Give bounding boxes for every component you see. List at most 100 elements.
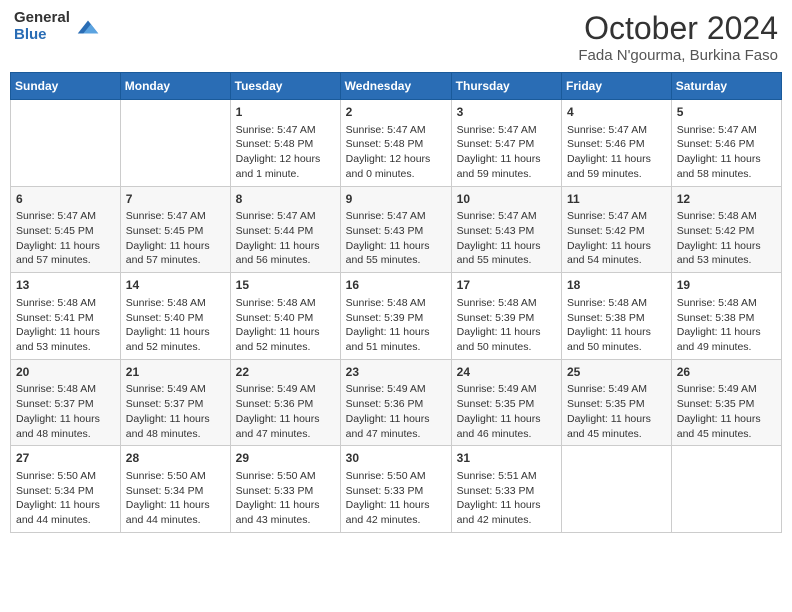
calendar-cell: 13Sunrise: 5:48 AMSunset: 5:41 PMDayligh… xyxy=(11,273,121,360)
day-header-wednesday: Wednesday xyxy=(340,73,451,100)
calendar-cell xyxy=(11,100,121,187)
calendar-cell: 10Sunrise: 5:47 AMSunset: 5:43 PMDayligh… xyxy=(451,186,561,273)
cell-info: Sunrise: 5:50 AMSunset: 5:33 PMDaylight:… xyxy=(346,469,446,528)
cell-date: 11 xyxy=(567,191,666,208)
title-block: October 2024 Fada N'gourma, Burkina Faso xyxy=(578,10,778,64)
cell-date: 1 xyxy=(236,104,335,121)
calendar-cell: 12Sunrise: 5:48 AMSunset: 5:42 PMDayligh… xyxy=(671,186,781,273)
cell-date: 10 xyxy=(457,191,556,208)
cell-info: Sunrise: 5:49 AMSunset: 5:35 PMDaylight:… xyxy=(567,382,666,441)
cell-info: Sunrise: 5:47 AMSunset: 5:45 PMDaylight:… xyxy=(16,209,115,268)
calendar-cell: 19 Sunrise: 5:48 AMSunset: 5:38 PMDayligh… xyxy=(671,273,781,360)
calendar-week-row: 6Sunrise: 5:47 AMSunset: 5:45 PMDaylight… xyxy=(11,186,782,273)
cell-date: 27 xyxy=(16,450,115,467)
cell-info: Sunrise: 5:48 AMSunset: 5:38 PMDaylight:… xyxy=(677,296,776,355)
cell-info: Sunrise: 5:47 AMSunset: 5:42 PMDaylight:… xyxy=(567,209,666,268)
calendar-cell: 4 Sunrise: 5:47 AMSunset: 5:46 PMDaylight… xyxy=(562,100,672,187)
calendar-cell: 15 Sunrise: 5:48 AMSunset: 5:40 PMDayligh… xyxy=(230,273,340,360)
calendar-week-row: 13Sunrise: 5:48 AMSunset: 5:41 PMDayligh… xyxy=(11,273,782,360)
cell-info: Sunrise: 5:47 AMSunset: 5:45 PMDaylight:… xyxy=(126,209,225,268)
cell-info: Sunrise: 5:47 AMSunset: 5:43 PMDaylight:… xyxy=(457,209,556,268)
calendar-cell: 17Sunrise: 5:48 AMSunset: 5:39 PMDayligh… xyxy=(451,273,561,360)
calendar-cell: 3Sunrise: 5:47 AMSunset: 5:47 PMDaylight… xyxy=(451,100,561,187)
calendar-cell: 29 Sunrise: 5:50 AMSunset: 5:33 PMDayligh… xyxy=(230,446,340,533)
calendar-cell: 1 Sunrise: 5:47 AMSunset: 5:48 PMDaylight… xyxy=(230,100,340,187)
day-header-monday: Monday xyxy=(120,73,230,100)
cell-date: 5 xyxy=(677,104,776,121)
cell-date: 28 xyxy=(126,450,225,467)
day-header-thursday: Thursday xyxy=(451,73,561,100)
calendar-cell: 26Sunrise: 5:49 AMSunset: 5:35 PMDayligh… xyxy=(671,359,781,446)
cell-info: Sunrise: 5:49 AMSunset: 5:35 PMDaylight:… xyxy=(677,382,776,441)
day-header-tuesday: Tuesday xyxy=(230,73,340,100)
logo: General Blue xyxy=(14,10,102,43)
cell-info: Sunrise: 5:48 AMSunset: 5:40 PMDaylight:… xyxy=(236,296,335,355)
cell-info: Sunrise: 5:47 AMSunset: 5:48 PMDaylight:… xyxy=(236,123,335,182)
calendar-week-row: 27 Sunrise: 5:50 AMSunset: 5:34 PMDayligh… xyxy=(11,446,782,533)
cell-info: Sunrise: 5:47 AMSunset: 5:46 PMDaylight:… xyxy=(567,123,666,182)
calendar-cell: 18Sunrise: 5:48 AMSunset: 5:38 PMDayligh… xyxy=(562,273,672,360)
cell-info: Sunrise: 5:51 AMSunset: 5:33 PMDaylight:… xyxy=(457,469,556,528)
cell-info: Sunrise: 5:49 AMSunset: 5:37 PMDaylight:… xyxy=(126,382,225,441)
cell-date: 19 xyxy=(677,277,776,294)
day-header-sunday: Sunday xyxy=(11,73,121,100)
calendar-cell xyxy=(562,446,672,533)
cell-date: 15 xyxy=(236,277,335,294)
cell-date: 29 xyxy=(236,450,335,467)
location-text: Fada N'gourma, Burkina Faso xyxy=(578,47,778,64)
cell-date: 22 xyxy=(236,364,335,381)
calendar-cell: 7Sunrise: 5:47 AMSunset: 5:45 PMDaylight… xyxy=(120,186,230,273)
cell-date: 21 xyxy=(126,364,225,381)
calendar-cell: 21Sunrise: 5:49 AMSunset: 5:37 PMDayligh… xyxy=(120,359,230,446)
cell-date: 25 xyxy=(567,364,666,381)
cell-date: 4 xyxy=(567,104,666,121)
calendar-cell: 2Sunrise: 5:47 AMSunset: 5:48 PMDaylight… xyxy=(340,100,451,187)
calendar-cell: 23Sunrise: 5:49 AMSunset: 5:36 PMDayligh… xyxy=(340,359,451,446)
calendar-cell: 9Sunrise: 5:47 AMSunset: 5:43 PMDaylight… xyxy=(340,186,451,273)
day-header-friday: Friday xyxy=(562,73,672,100)
calendar-cell: 24Sunrise: 5:49 AMSunset: 5:35 PMDayligh… xyxy=(451,359,561,446)
day-header-saturday: Saturday xyxy=(671,73,781,100)
cell-info: Sunrise: 5:48 AMSunset: 5:39 PMDaylight:… xyxy=(346,296,446,355)
page-header: General Blue October 2024 Fada N'gourma,… xyxy=(10,10,782,64)
cell-info: Sunrise: 5:48 AMSunset: 5:42 PMDaylight:… xyxy=(677,209,776,268)
calendar-cell xyxy=(120,100,230,187)
calendar-cell: 11Sunrise: 5:47 AMSunset: 5:42 PMDayligh… xyxy=(562,186,672,273)
cell-info: Sunrise: 5:48 AMSunset: 5:37 PMDaylight:… xyxy=(16,382,115,441)
cell-info: Sunrise: 5:48 AMSunset: 5:39 PMDaylight:… xyxy=(457,296,556,355)
cell-info: Sunrise: 5:47 AMSunset: 5:46 PMDaylight:… xyxy=(677,123,776,182)
calendar-cell: 20Sunrise: 5:48 AMSunset: 5:37 PMDayligh… xyxy=(11,359,121,446)
calendar-cell: 16 Sunrise: 5:48 AMSunset: 5:39 PMDayligh… xyxy=(340,273,451,360)
cell-info: Sunrise: 5:49 AMSunset: 5:35 PMDaylight:… xyxy=(457,382,556,441)
cell-info: Sunrise: 5:48 AMSunset: 5:40 PMDaylight:… xyxy=(126,296,225,355)
cell-date: 31 xyxy=(457,450,556,467)
calendar-table: SundayMondayTuesdayWednesdayThursdayFrid… xyxy=(10,72,782,533)
cell-info: Sunrise: 5:48 AMSunset: 5:38 PMDaylight:… xyxy=(567,296,666,355)
cell-info: Sunrise: 5:50 AMSunset: 5:34 PMDaylight:… xyxy=(126,469,225,528)
logo-icon xyxy=(74,13,102,41)
logo-general-text: General xyxy=(14,10,70,27)
calendar-cell: 5 Sunrise: 5:47 AMSunset: 5:46 PMDaylight… xyxy=(671,100,781,187)
cell-date: 16 xyxy=(346,277,446,294)
cell-date: 3 xyxy=(457,104,556,121)
calendar-cell: 30 Sunrise: 5:50 AMSunset: 5:33 PMDayligh… xyxy=(340,446,451,533)
calendar-cell: 8Sunrise: 5:47 AMSunset: 5:44 PMDaylight… xyxy=(230,186,340,273)
calendar-cell: 27Sunrise: 5:50 AMSunset: 5:34 PMDayligh… xyxy=(11,446,121,533)
cell-date: 20 xyxy=(16,364,115,381)
cell-info: Sunrise: 5:48 AMSunset: 5:41 PMDaylight:… xyxy=(16,296,115,355)
cell-date: 6 xyxy=(16,191,115,208)
calendar-week-row: 1 Sunrise: 5:47 AMSunset: 5:48 PMDaylight… xyxy=(11,100,782,187)
logo-blue-text: Blue xyxy=(14,27,70,44)
cell-date: 9 xyxy=(346,191,446,208)
cell-date: 12 xyxy=(677,191,776,208)
cell-info: Sunrise: 5:49 AMSunset: 5:36 PMDaylight:… xyxy=(236,382,335,441)
cell-date: 30 xyxy=(346,450,446,467)
cell-date: 26 xyxy=(677,364,776,381)
calendar-cell xyxy=(671,446,781,533)
calendar-header-row: SundayMondayTuesdayWednesdayThursdayFrid… xyxy=(11,73,782,100)
calendar-cell: 14Sunrise: 5:48 AMSunset: 5:40 PMDayligh… xyxy=(120,273,230,360)
cell-date: 8 xyxy=(236,191,335,208)
cell-date: 2 xyxy=(346,104,446,121)
cell-info: Sunrise: 5:50 AMSunset: 5:33 PMDaylight:… xyxy=(236,469,335,528)
cell-date: 24 xyxy=(457,364,556,381)
